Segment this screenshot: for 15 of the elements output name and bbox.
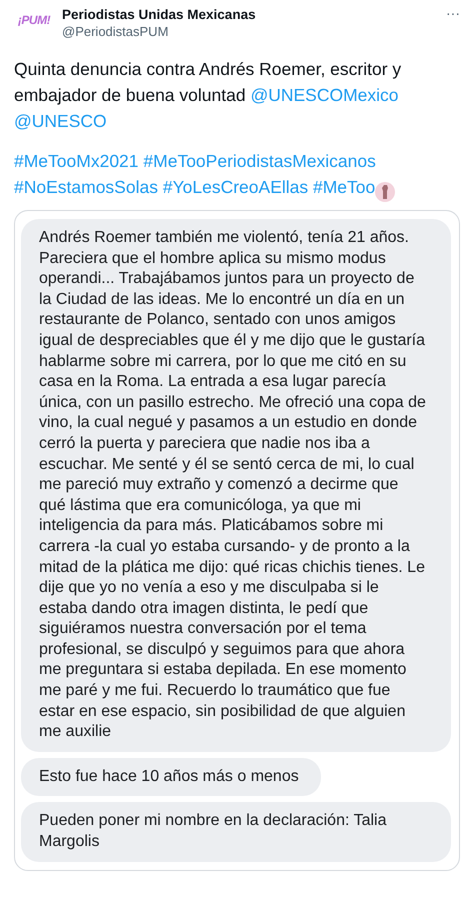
hashtag-link[interactable]: #NoEstamosSolas — [14, 177, 158, 197]
avatar[interactable]: ¡PUM! — [14, 6, 54, 34]
account-handle[interactable]: @PeriodistasPUM — [62, 24, 438, 40]
account-name[interactable]: Periodistas Unidas Mexicanas — [62, 6, 438, 24]
hashtag-link[interactable]: #YoLesCreoAEllas — [162, 177, 308, 197]
mention-link[interactable]: @UNESCO — [14, 111, 107, 131]
mention-link[interactable]: @UNESCOMexico — [250, 85, 399, 105]
message-bubble: Pueden poner mi nombre en la declaración: Talia Margolis — [21, 802, 451, 862]
tweet-text: Quinta denuncia contra Andrés Roemer, escritor y embajador de buena voluntad @UNESCOMexico @UNESCO — [14, 58, 402, 133]
hashtag-link[interactable]: #MeTooMx2021 — [14, 151, 139, 171]
hashtag-link[interactable]: #MeTooPeriodistasMexicanos — [143, 151, 376, 171]
message-bubble: Esto fue hace 10 años más o menos — [21, 758, 321, 796]
message-bubble: Andrés Roemer también me violentó, tenía 21 años. Pareciera que el hombre aplica su mismo modus operandi... Trabajábamos juntos para un proyecto de la Ciudad de las ideas. Me lo encontré un día en un restaurante de Polanco, sentado con unos amigos igual de despreciables que él y me dijo que le gustaría hablarme sobre mi carrera, por lo que me citó en su casa en la Roma. La entrada a esa lugar parecía única, con un pasillo estrecho. Me ofreció una copa de vino, la cual negué y pasamos a un estudio en donde cerró la puerta y pareciera que nadie nos iba a escuchar. Me senté y él se sentó cerca de mi, lo cual me pareció muy extraño y comenzó a decirme que qué lástima que era comunicóloga, ya que mi inteligencia da para más. Platicábamos sobre mi carrera -la cual yo estaba cursando- y de pronto a la mitad de la plática me dijo: qué ricas chichis tienes. Le dije que yo no venía a eso y me disculpaba si le estaba dando otra imagen distinta, le pedí que siguiéramos nuestra conversación por el tema profesional, se disculpó y seguimos para que ahora me preguntara si estaba depilada. En ese momento me paré y me fui. Recuerdo lo traumático que fue estar en ese espacio, sin posibilidad de que alguien me auxilie — [21, 219, 451, 752]
hashtag-link[interactable]: #MeToo — [313, 177, 376, 197]
more-button[interactable]: ··· — [446, 6, 460, 20]
